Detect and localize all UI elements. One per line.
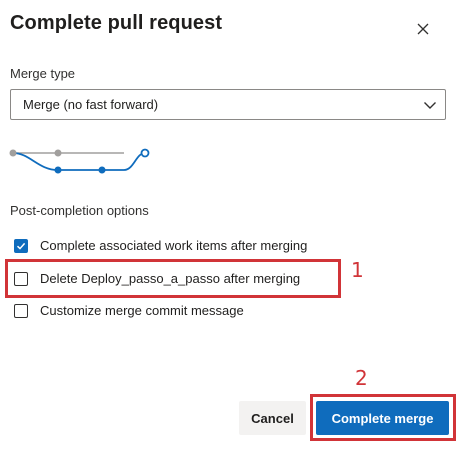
post-completion-label: Post-completion options	[10, 203, 149, 218]
cancel-button[interactable]: Cancel	[239, 401, 306, 435]
customize-message-option[interactable]: Customize merge commit message	[14, 303, 244, 318]
close-icon	[417, 23, 429, 35]
close-button[interactable]	[412, 18, 434, 40]
merge-type-selected-value: Merge (no fast forward)	[23, 97, 159, 112]
dialog-title: Complete pull request	[10, 12, 223, 34]
customize-message-label: Customize merge commit message	[40, 303, 244, 318]
delete-branch-highlight-box	[5, 259, 341, 298]
merge-type-label: Merge type	[10, 66, 76, 81]
merge-type-dropdown[interactable]: Merge (no fast forward)	[10, 89, 446, 120]
complete-work-items-checkbox[interactable]	[14, 238, 28, 253]
chevron-down-icon	[424, 102, 436, 109]
checkmark-icon	[16, 242, 26, 250]
step-2-marker: 2	[355, 366, 368, 390]
complete-merge-highlight-box	[310, 394, 456, 441]
merge-graph-icon	[9, 148, 150, 174]
complete-work-items-option[interactable]: Complete associated work items after mer…	[14, 238, 307, 253]
customize-message-checkbox[interactable]	[14, 303, 28, 318]
step-1-marker: 1	[351, 258, 364, 282]
complete-work-items-label: Complete associated work items after mer…	[40, 238, 308, 253]
